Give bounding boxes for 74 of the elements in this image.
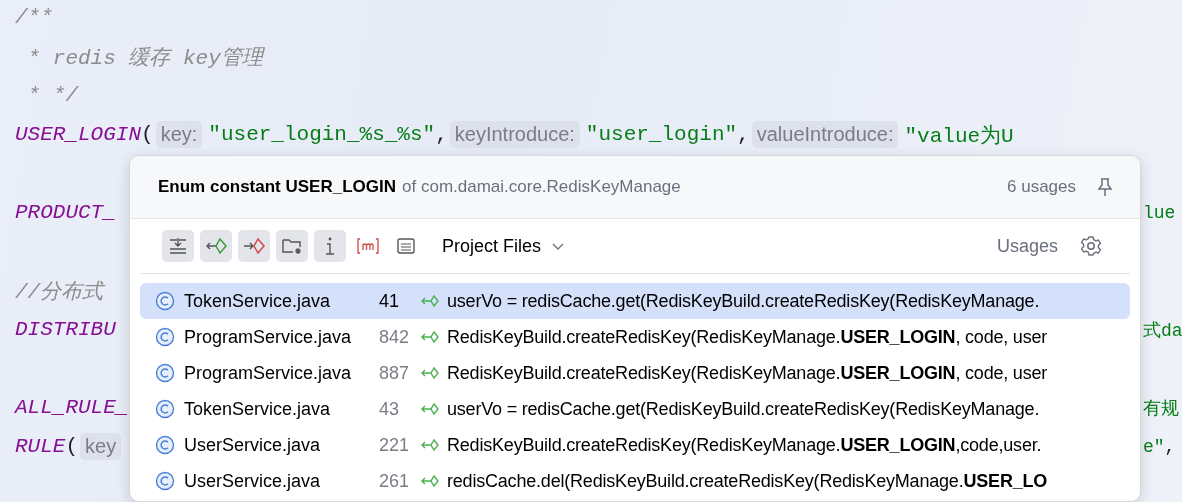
line-number: 221 — [379, 434, 411, 456]
string-literal: "value为U — [904, 123, 1014, 149]
class-icon — [155, 363, 175, 383]
code-punctuation: , — [1164, 436, 1176, 457]
file-name: TokenService.java — [184, 290, 332, 312]
code-punctuation: ( — [141, 123, 154, 146]
read-arrow-icon — [421, 366, 439, 380]
parameter-hint: keyIntroduce: — [449, 121, 580, 148]
code-comment: //分布式 — [15, 279, 104, 305]
line-number: 842 — [379, 326, 411, 348]
usage-row[interactable]: TokenService.java 43 userVo = redisCache.get(RedisKeyBuild.createRedisKey(RedisKeyManage. — [140, 391, 1130, 427]
code-comment: * */ — [26, 84, 78, 107]
string-literal: lue — [1143, 202, 1176, 223]
file-name: TokenService.java — [184, 398, 332, 420]
file-name: UserService.java — [184, 434, 322, 456]
pin-icon[interactable] — [1096, 177, 1114, 197]
parameter-hint: key — [80, 433, 122, 460]
popup-title: Enum constant USER_LOGIN — [158, 177, 397, 197]
usage-row[interactable]: UserService.java 261 redisCache.del(RedisKeyBuild.createRedisKey(RedisKeyManage.USER_LO — [140, 463, 1130, 499]
string-literal: 式da — [1143, 319, 1182, 342]
usage-row[interactable]: UserService.java 221 RedisKeyBuild.createRedisKey(RedisKeyManage.USER_LOGIN,code,user. — [140, 427, 1130, 463]
string-literal: "user_login" — [585, 123, 738, 146]
file-name: ProgramService.java — [184, 326, 353, 348]
code-punctuation: ( — [65, 435, 79, 458]
read-arrow-icon — [421, 474, 439, 488]
usage-row[interactable]: ProgramService.java 887 RedisKeyBuild.createRedisKey(RedisKeyManage.USER_LOGIN, code, user — [140, 355, 1130, 391]
code-snippet: userVo = redisCache.get(RedisKeyBuild.createRedisKey(RedisKeyManage. — [447, 290, 1040, 312]
code-snippet: RedisKeyBuild.createRedisKey(RedisKeyManage.USER_LOGIN,code,user. — [447, 434, 1042, 456]
usage-count: 6 usages — [1007, 177, 1076, 197]
class-icon — [155, 327, 175, 347]
read-arrow-icon — [421, 294, 439, 308]
string-literal: "user_login_%s_%s" — [208, 123, 436, 146]
file-name: ProgramService.java — [184, 362, 353, 384]
string-literal: e" — [1143, 436, 1165, 457]
folder-icon[interactable] — [276, 230, 308, 262]
write-access-icon[interactable] — [238, 230, 270, 262]
enum-constant: PRODUCT_ — [15, 201, 116, 224]
string-literal: 有规 — [1143, 397, 1179, 420]
code-snippet: userVo = redisCache.get(RedisKeyBuild.createRedisKey(RedisKeyManage. — [447, 398, 1040, 420]
read-access-icon[interactable] — [200, 230, 232, 262]
parameter-hint: valueIntroduce: — [751, 121, 899, 148]
scope-dropdown[interactable]: Project Files — [442, 235, 566, 257]
line-number: 261 — [379, 470, 411, 492]
code-snippet: RedisKeyBuild.createRedisKey(RedisKeyManage.USER_LOGIN, code, user — [447, 326, 1048, 348]
enum-constant: USER_LOGIN — [15, 123, 142, 146]
code-punctuation: , — [435, 123, 448, 146]
usage-row[interactable]: ProgramService.java 842 RedisKeyBuild.createRedisKey(RedisKeyManage.USER_LOGIN, code, user — [140, 319, 1130, 355]
read-arrow-icon — [421, 330, 439, 344]
usage-row[interactable]: TokenService.java 41 userVo = redisCache.get(RedisKeyBuild.createRedisKey(RedisKeyManage. — [140, 283, 1130, 319]
parameter-hint: key: — [155, 121, 203, 148]
code-punctuation: , — [737, 123, 750, 146]
line-number: 887 — [379, 362, 411, 384]
class-icon — [155, 471, 175, 491]
info-icon[interactable] — [314, 230, 346, 262]
read-arrow-icon — [421, 402, 439, 416]
code-comment: /** — [15, 6, 53, 29]
code-snippet: redisCache.del(RedisKeyBuild.createRedisKey(RedisKeyManage.USER_LO — [447, 470, 1048, 492]
merge-lines-icon[interactable] — [162, 230, 194, 262]
settings-icon[interactable] — [1080, 235, 1102, 257]
class-icon — [155, 399, 175, 419]
code-snippet: RedisKeyBuild.createRedisKey(RedisKeyManage.USER_LOGIN, code, user — [447, 362, 1048, 384]
line-number: 43 — [379, 398, 401, 420]
enum-constant: RULE — [15, 435, 66, 458]
class-icon — [155, 435, 175, 455]
code-comment: * redis 缓存 key管理 — [26, 45, 263, 71]
file-name: UserService.java — [184, 470, 322, 492]
popup-subtitle: of com.damai.core.RedisKeyManage — [402, 177, 681, 197]
line-number: 41 — [379, 290, 401, 312]
usages-label: Usages — [996, 235, 1058, 257]
enum-constant: DISTRIBU — [15, 318, 116, 341]
enum-constant: ALL_RULE_ — [15, 396, 129, 419]
read-arrow-icon — [421, 438, 439, 452]
class-icon — [155, 291, 175, 311]
caret-icon — [551, 241, 566, 251]
